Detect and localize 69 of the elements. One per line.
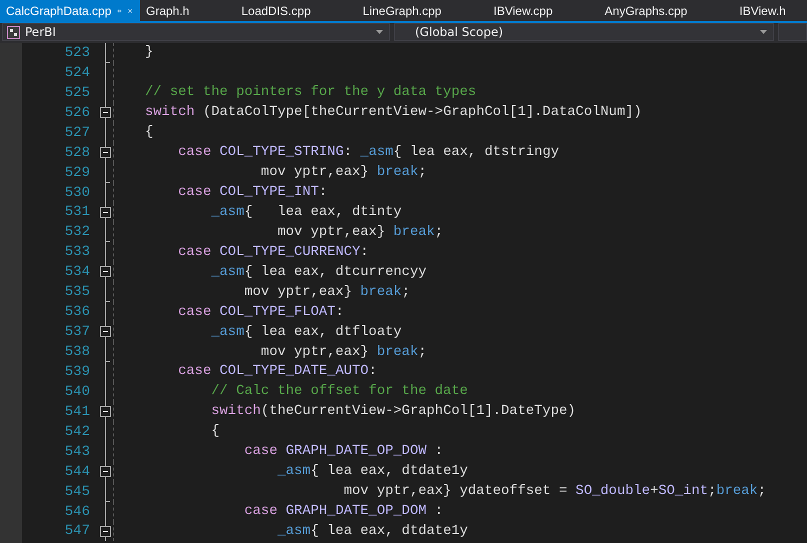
code-line: _asm{ lea eax, dtinty <box>210 204 402 220</box>
code-line: case COL_TYPE_DATE_AUTO: <box>177 364 377 380</box>
caret-icon <box>376 30 383 34</box>
code-line: _asm{ lea eax, dtdate1y <box>276 524 468 539</box>
line-number: 540 <box>64 384 90 400</box>
code-line: mov yptr,eax} break; <box>243 284 410 300</box>
code-line: mov yptr,eax} break; <box>260 165 427 180</box>
line-number: 527 <box>64 124 90 141</box>
code-line: mov yptr,eax} ydateoffset = SO_double+SO_int;break; <box>342 484 766 500</box>
project-icon <box>7 26 20 38</box>
code-line: // Calc the offset for the date <box>210 384 468 400</box>
code-line: _asm{ lea eax, dtcurrencyy <box>210 264 427 280</box>
scope-dropdown[interactable]: (Global Scope) <box>394 23 774 41</box>
code-line: { <box>145 125 154 140</box>
line-number: 533 <box>64 244 90 260</box>
line-number: 535 <box>64 284 90 300</box>
code-line: mov yptr,eax} break; <box>260 344 427 360</box>
file-tab[interactable]: IBView.cpp <box>487 0 559 21</box>
file-tab[interactable]: IBView.h <box>733 0 792 21</box>
collapse-icon[interactable] <box>100 106 111 118</box>
code-line: case GRAPH_DATE_OP_DOM : <box>243 504 444 520</box>
file-tab[interactable]: LoadDIS.cpp <box>235 0 317 21</box>
code-line: switch(theCurrentView->GraphCol[1].DateType) <box>210 404 576 420</box>
line-number: 532 <box>64 224 90 240</box>
collapse-icon[interactable] <box>100 406 111 417</box>
line-number: 546 <box>64 504 90 520</box>
line-number: 541 <box>64 404 90 420</box>
line-number: 547 <box>64 523 90 540</box>
code-line: // set the pointers for the y data types <box>145 85 476 100</box>
code-line: _asm{ lea eax, dtfloaty <box>210 324 402 340</box>
collapse-icon[interactable] <box>100 526 111 536</box>
code-line: } <box>145 45 154 60</box>
line-number: 528 <box>64 144 90 161</box>
code-line: case COL_TYPE_INT: <box>177 185 328 200</box>
collapse-icon[interactable] <box>100 466 111 477</box>
file-tab[interactable]: CalcGraphData.cpp <box>0 0 140 21</box>
line-number: 538 <box>64 344 90 360</box>
collapse-icon[interactable] <box>100 326 111 338</box>
line-number: 536 <box>64 304 90 320</box>
line-number: 525 <box>64 84 90 101</box>
collapse-icon[interactable] <box>100 206 111 218</box>
line-number: 523 <box>64 44 90 61</box>
line-number: 539 <box>64 364 90 380</box>
file-tab[interactable]: LineGraph.cpp <box>356 0 448 21</box>
line-number: 534 <box>64 264 90 280</box>
code-line: { <box>210 424 220 440</box>
code-line: mov yptr,eax} break; <box>276 224 444 240</box>
line-number: 524 <box>64 64 90 81</box>
code-line: switch (DataColType[theCurrentView->GraphCol[1].DataColNum]) <box>145 105 642 120</box>
line-number: 545 <box>64 484 90 500</box>
collapse-icon[interactable] <box>100 146 111 158</box>
line-number: 530 <box>64 184 90 201</box>
line-number: 529 <box>64 164 90 181</box>
file-tab[interactable]: AnyGraphs.cpp <box>598 0 694 21</box>
code-line: case COL_TYPE_CURRENCY: <box>177 244 369 260</box>
line-number: 531 <box>64 204 90 220</box>
line-number: 537 <box>64 324 90 340</box>
line-number: 526 <box>64 104 90 121</box>
line-number: 542 <box>64 424 90 440</box>
collapse-icon[interactable] <box>100 266 111 278</box>
line-number: 543 <box>64 444 90 460</box>
file-tab[interactable]: Graph.h <box>140 0 196 21</box>
code-line: _asm{ lea eax, dtdate1y <box>276 464 468 480</box>
code-line: case COL_TYPE_STRING: _asm{ lea eax, dtstringy <box>177 145 560 160</box>
project-dropdown[interactable]: PerBI <box>2 23 390 41</box>
code-line: case COL_TYPE_FLOAT: <box>177 304 344 320</box>
caret-icon <box>760 30 767 34</box>
line-number: 544 <box>64 464 90 480</box>
code-line: case GRAPH_DATE_OP_DOW : <box>243 444 444 460</box>
